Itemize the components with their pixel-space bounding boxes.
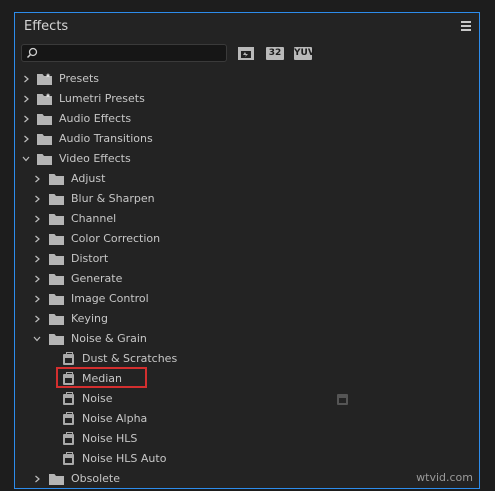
tree-item-label: Distort <box>71 252 109 265</box>
folder-icon <box>49 274 64 285</box>
star-folder-icon <box>37 73 52 85</box>
tree-item-label: Noise HLS <box>82 432 138 445</box>
chevron-right-icon[interactable] <box>33 175 41 183</box>
tree-item-label: Noise Alpha <box>82 412 148 425</box>
folder-icon <box>49 474 64 485</box>
effect-icon <box>63 452 74 465</box>
tree-item-label: Presets <box>59 72 100 85</box>
chevron-right-icon[interactable] <box>22 75 30 83</box>
tree-item[interactable]: Lumetri Presets <box>15 89 479 109</box>
folder-icon <box>49 314 64 325</box>
tree-item-label: Audio Transitions <box>59 132 153 145</box>
folder-icon <box>49 194 64 205</box>
tree-item-label: Dust & Scratches <box>82 352 178 365</box>
folder-icon <box>49 234 64 245</box>
accelerated-badge-icon <box>337 394 348 405</box>
tree-item[interactable]: Channel <box>15 209 479 229</box>
chevron-right-icon[interactable] <box>33 255 41 263</box>
folder-icon <box>49 334 64 345</box>
tree-item-label: Obsolete <box>71 472 121 485</box>
effect-icon <box>63 392 74 405</box>
chevron-right-icon[interactable] <box>33 195 41 203</box>
tree-item[interactable]: Noise & Grain <box>15 329 479 349</box>
tree-item[interactable]: Keying <box>15 309 479 329</box>
panel-header: Effects <box>15 13 479 41</box>
chevron-right-icon[interactable] <box>22 95 30 103</box>
watermark: wtvid.com <box>416 471 473 484</box>
32-bit-filter-button[interactable]: 32 <box>266 47 284 60</box>
32-bit-filter-label: 32 <box>268 48 282 58</box>
tree-item-label: Blur & Sharpen <box>71 192 155 205</box>
effects-tree: Presets Lumetri Presets Audio Effects Audio… <box>15 69 479 488</box>
folder-icon <box>49 294 64 305</box>
chevron-right-icon[interactable] <box>33 275 41 283</box>
tree-item[interactable]: Dust & Scratches <box>15 349 479 369</box>
tree-item[interactable]: Audio Transitions <box>15 129 479 149</box>
panel-menu-icon[interactable] <box>461 21 471 31</box>
panel-title: Effects <box>24 19 69 34</box>
chevron-right-icon[interactable] <box>22 135 30 143</box>
yuv-filter-button[interactable]: YUV <box>294 47 315 60</box>
tree-item-label: Noise & Grain <box>71 332 147 345</box>
chevron-down-icon[interactable] <box>33 335 41 343</box>
chevron-down-icon[interactable] <box>22 155 30 163</box>
tree-item-label: Noise <box>82 392 113 405</box>
folder-icon <box>49 254 64 265</box>
folder-icon <box>37 134 52 145</box>
tree-item[interactable]: Blur & Sharpen <box>15 189 479 209</box>
tree-item-label: Keying <box>71 312 108 325</box>
tree-item[interactable]: Obsolete <box>15 469 479 488</box>
tree-item[interactable]: Video Effects <box>15 149 479 169</box>
tree-item[interactable]: Distort <box>15 249 479 269</box>
tree-item-label: Video Effects <box>59 152 131 165</box>
chevron-right-icon[interactable] <box>33 315 41 323</box>
search-input[interactable] <box>21 44 227 62</box>
folder-icon <box>49 214 64 225</box>
effect-icon <box>63 432 74 445</box>
tree-item-label: Lumetri Presets <box>59 92 145 105</box>
effects-panel: Effects 32 YUV Presets Lumetri Presets Aud… <box>14 12 480 489</box>
chevron-right-icon[interactable] <box>33 235 41 243</box>
yuv-filter-label: YUV <box>294 48 315 58</box>
folder-icon <box>49 174 64 185</box>
tree-item[interactable]: Color Correction <box>15 229 479 249</box>
chevron-right-icon[interactable] <box>33 215 41 223</box>
tree-item-label: Channel <box>71 212 117 225</box>
tree-item[interactable]: Adjust <box>15 169 479 189</box>
tree-item-label: Noise HLS Auto <box>82 452 167 465</box>
tree-item-label: Adjust <box>71 172 106 185</box>
tree-item[interactable]: Presets <box>15 69 479 89</box>
tree-item-label: Audio Effects <box>59 112 132 125</box>
tree-item-label: Generate <box>71 272 123 285</box>
chevron-right-icon[interactable] <box>33 295 41 303</box>
highlight-box <box>56 367 147 388</box>
chevron-right-icon[interactable] <box>22 115 30 123</box>
effect-icon <box>63 352 74 365</box>
accelerated-effects-icon <box>238 47 254 60</box>
accelerated-effects-filter-button[interactable] <box>238 47 254 60</box>
folder-icon <box>37 154 52 165</box>
tree-item-label: Color Correction <box>71 232 161 245</box>
tree-item-label: Image Control <box>71 292 149 305</box>
effect-icon <box>63 412 74 425</box>
chevron-right-icon[interactable] <box>33 475 41 483</box>
tree-item[interactable]: Median <box>15 367 479 389</box>
tree-item[interactable]: Noise <box>15 389 479 409</box>
tree-item[interactable]: Audio Effects <box>15 109 479 129</box>
tree-item[interactable]: Image Control <box>15 289 479 309</box>
tree-item[interactable]: Noise HLS Auto <box>15 449 479 469</box>
search-icon <box>26 47 38 59</box>
star-folder-icon <box>37 93 52 105</box>
folder-icon <box>37 114 52 125</box>
tree-item[interactable]: Noise HLS <box>15 429 479 449</box>
tree-item[interactable]: Noise Alpha <box>15 409 479 429</box>
tree-item[interactable]: Generate <box>15 269 479 289</box>
